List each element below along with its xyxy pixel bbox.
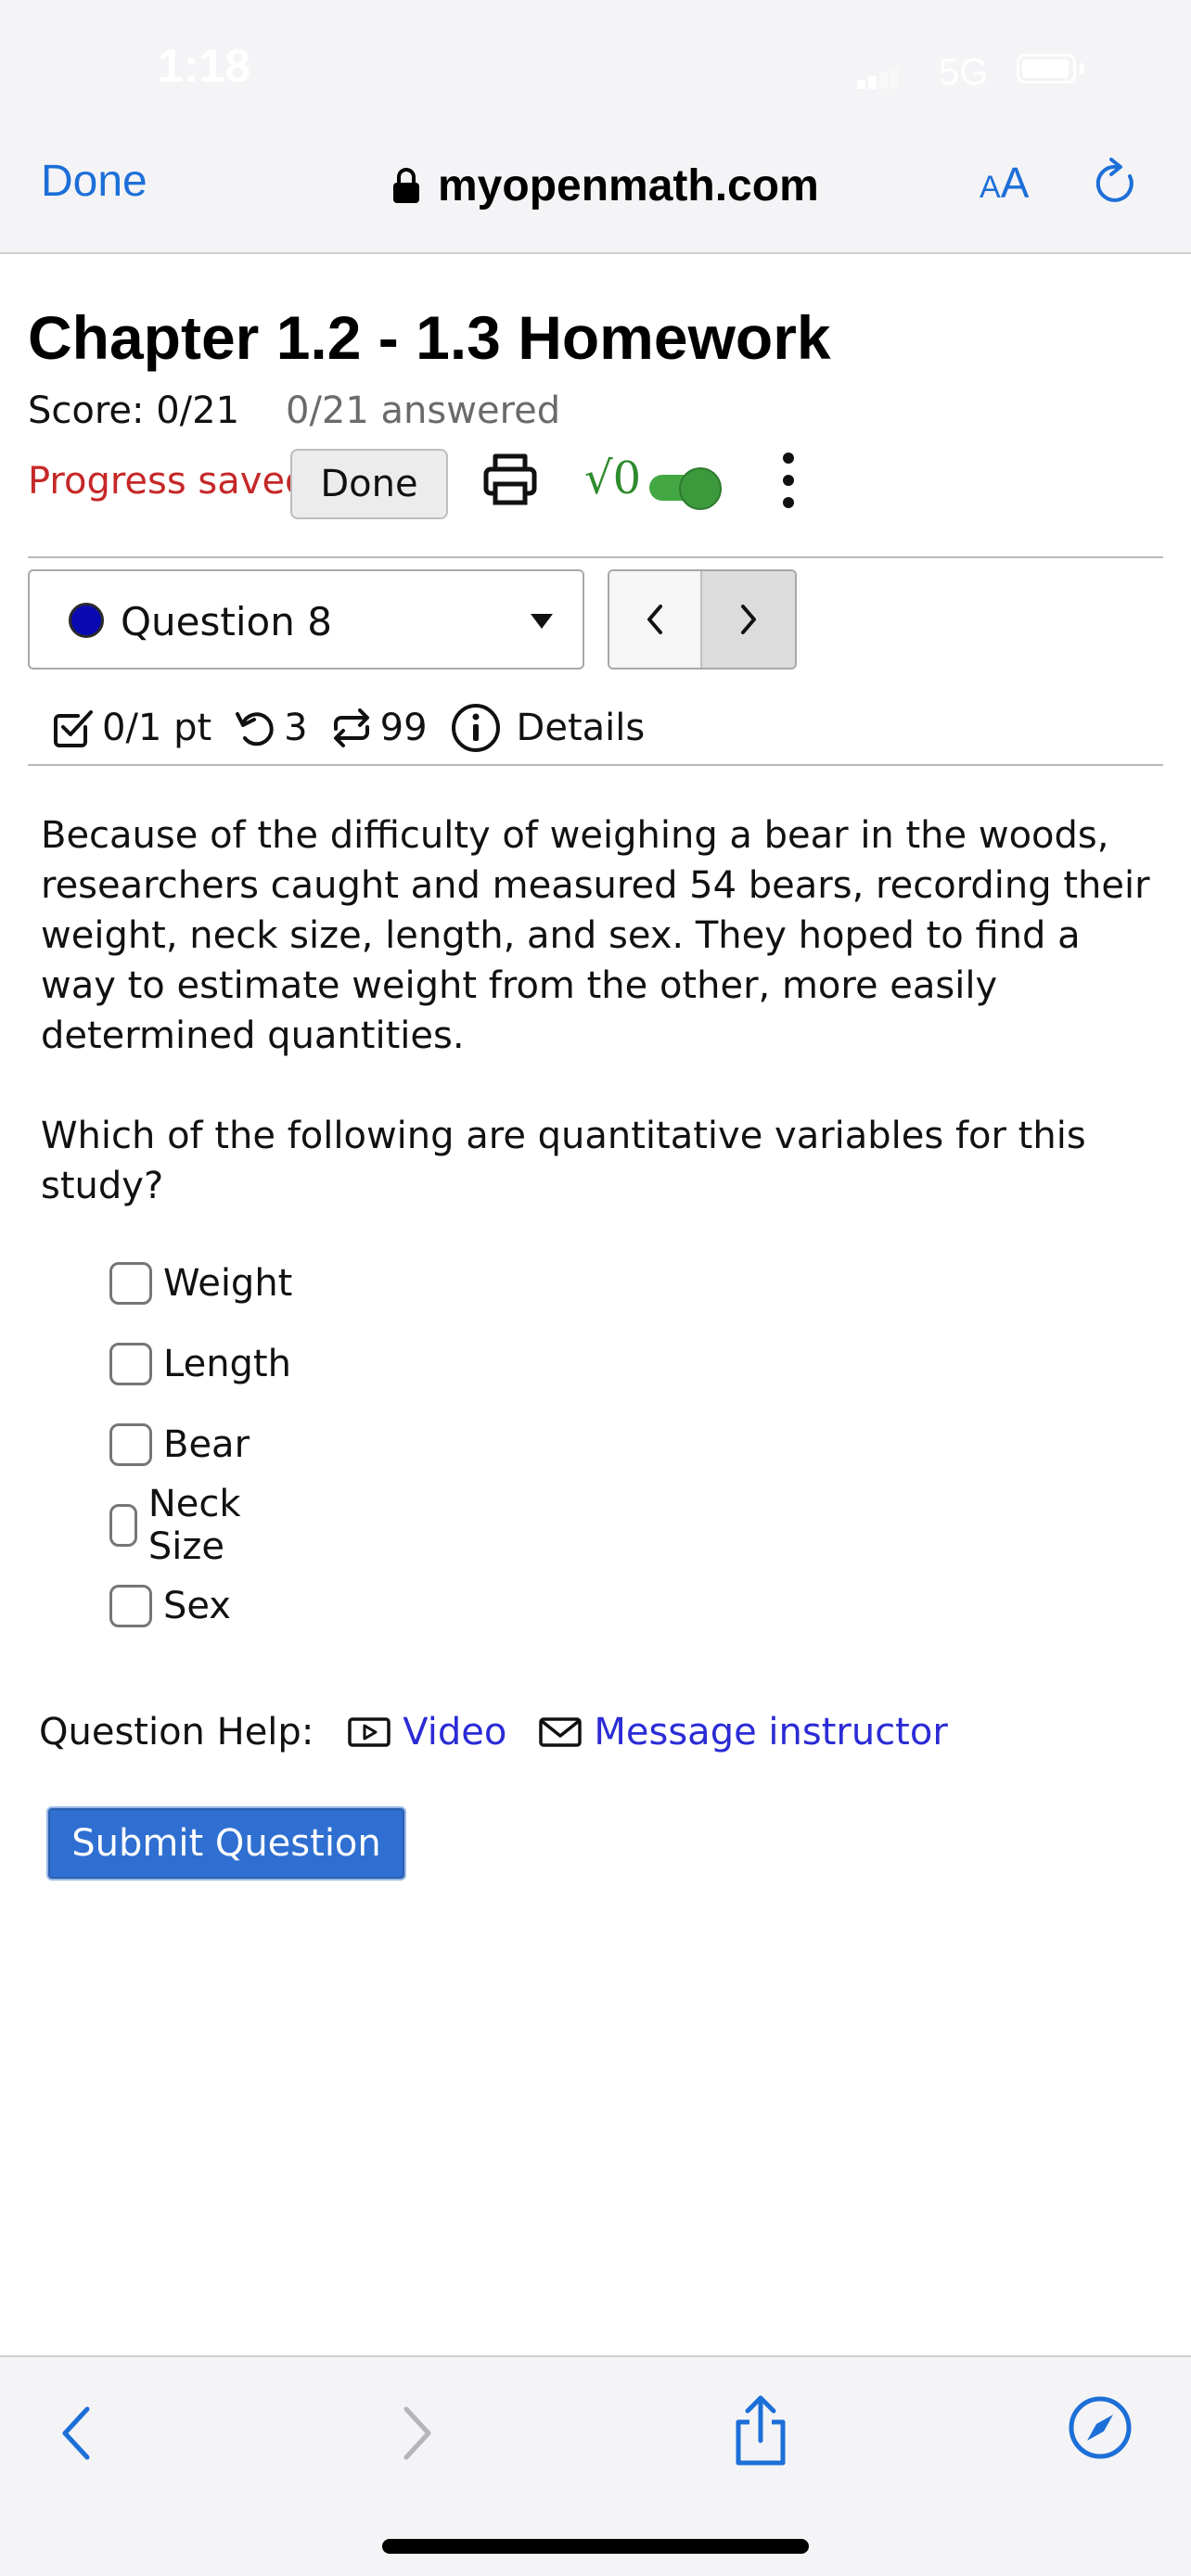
question-help: Question Help: Video Message instructor bbox=[39, 1704, 980, 1760]
checkbox-checked-icon bbox=[54, 710, 93, 747]
retries-value: 3 bbox=[284, 707, 308, 749]
repeat-icon bbox=[333, 708, 369, 747]
question-meta: 0/1 pt 3 99 Details bbox=[52, 699, 645, 757]
url-field[interactable]: myopenmath.com bbox=[391, 158, 819, 213]
chevron-right-icon bbox=[741, 605, 756, 634]
option-label: Sex bbox=[163, 1585, 231, 1627]
math-entry-label: √0 bbox=[584, 453, 642, 504]
message-instructor-label: Message instructor bbox=[594, 1711, 948, 1753]
battery-nub bbox=[1080, 63, 1084, 74]
video-icon bbox=[348, 1717, 391, 1747]
more-options-icon[interactable] bbox=[779, 451, 798, 510]
mail-icon bbox=[539, 1717, 583, 1747]
cellular-signal-icon bbox=[857, 69, 899, 89]
printer-icon[interactable] bbox=[480, 449, 540, 508]
chevron-left-icon bbox=[647, 605, 662, 634]
status-bar: 1:18 5G bbox=[0, 0, 1191, 130]
option-label: Weight bbox=[163, 1262, 293, 1305]
option-label: Length bbox=[163, 1343, 291, 1385]
network-type: 5G bbox=[939, 52, 989, 93]
option-weight[interactable]: Weight bbox=[109, 1256, 292, 1311]
question-status-dot bbox=[69, 603, 104, 638]
divider bbox=[28, 764, 1163, 766]
answered-count: 0/21 answered bbox=[286, 389, 561, 432]
question-help-label: Question Help: bbox=[39, 1711, 314, 1753]
question-select[interactable]: Question 8 bbox=[28, 569, 584, 670]
video-link-label: Video bbox=[403, 1711, 507, 1753]
score-text: Score: 0/21 bbox=[28, 389, 240, 432]
browser-done-button[interactable]: Done bbox=[41, 156, 147, 207]
math-entry-toggle[interactable] bbox=[649, 465, 725, 510]
next-question-button[interactable] bbox=[702, 571, 795, 668]
question-prompt: Which of the following are quantitative … bbox=[41, 1115, 1086, 1207]
status-time: 1:18 bbox=[158, 40, 251, 92]
share-icon[interactable] bbox=[729, 2394, 792, 2468]
undo-icon bbox=[236, 712, 274, 746]
text-size-button[interactable]: AA bbox=[980, 158, 1029, 208]
compass-icon[interactable] bbox=[1067, 2394, 1133, 2461]
video-link[interactable]: Video bbox=[347, 1711, 506, 1753]
home-indicator bbox=[382, 2539, 809, 2554]
option-neck-size[interactable]: Neck Size bbox=[109, 1483, 256, 1568]
checkbox[interactable] bbox=[109, 1262, 152, 1305]
forward-icon[interactable] bbox=[397, 2404, 438, 2463]
previous-question-button[interactable] bbox=[609, 571, 702, 668]
option-length[interactable]: Length bbox=[109, 1336, 291, 1392]
toggle-knob bbox=[679, 467, 722, 510]
url-text: myopenmath.com bbox=[438, 160, 819, 210]
versions-value: 99 bbox=[379, 707, 428, 749]
caret-down-icon bbox=[531, 614, 553, 629]
question-select-value: Question 8 bbox=[121, 599, 332, 644]
question-nav bbox=[608, 569, 797, 670]
submit-question-button[interactable]: Submit Question bbox=[48, 1808, 404, 1879]
question-text: Because of the difficulty of weighing a … bbox=[41, 814, 1150, 1057]
option-label: Bear bbox=[163, 1423, 250, 1466]
checkbox[interactable] bbox=[109, 1343, 152, 1385]
checkbox[interactable] bbox=[109, 1504, 137, 1547]
option-bear[interactable]: Bear bbox=[109, 1417, 250, 1473]
battery-icon bbox=[1017, 54, 1076, 83]
assignment-done-button[interactable]: Done bbox=[290, 449, 448, 519]
info-icon[interactable] bbox=[450, 702, 502, 754]
progress-status: Progress saved bbox=[28, 460, 309, 503]
checkbox[interactable] bbox=[109, 1423, 152, 1466]
option-label: Neck Size bbox=[147, 1483, 241, 1568]
lock-icon bbox=[393, 168, 419, 203]
checkbox[interactable] bbox=[109, 1585, 152, 1627]
browser-address-bar: Done myopenmath.com AA bbox=[0, 130, 1191, 254]
details-link[interactable]: Details bbox=[517, 707, 646, 749]
option-sex[interactable]: Sex bbox=[109, 1578, 231, 1634]
message-instructor-link[interactable]: Message instructor bbox=[538, 1711, 948, 1753]
points-value: 0/1 pt bbox=[102, 707, 212, 749]
back-icon[interactable] bbox=[56, 2404, 96, 2463]
divider bbox=[28, 556, 1163, 558]
reload-icon[interactable] bbox=[1089, 156, 1145, 211]
browser-toolbar bbox=[0, 2355, 1191, 2576]
page-title: Chapter 1.2 - 1.3 Homework bbox=[28, 303, 831, 372]
